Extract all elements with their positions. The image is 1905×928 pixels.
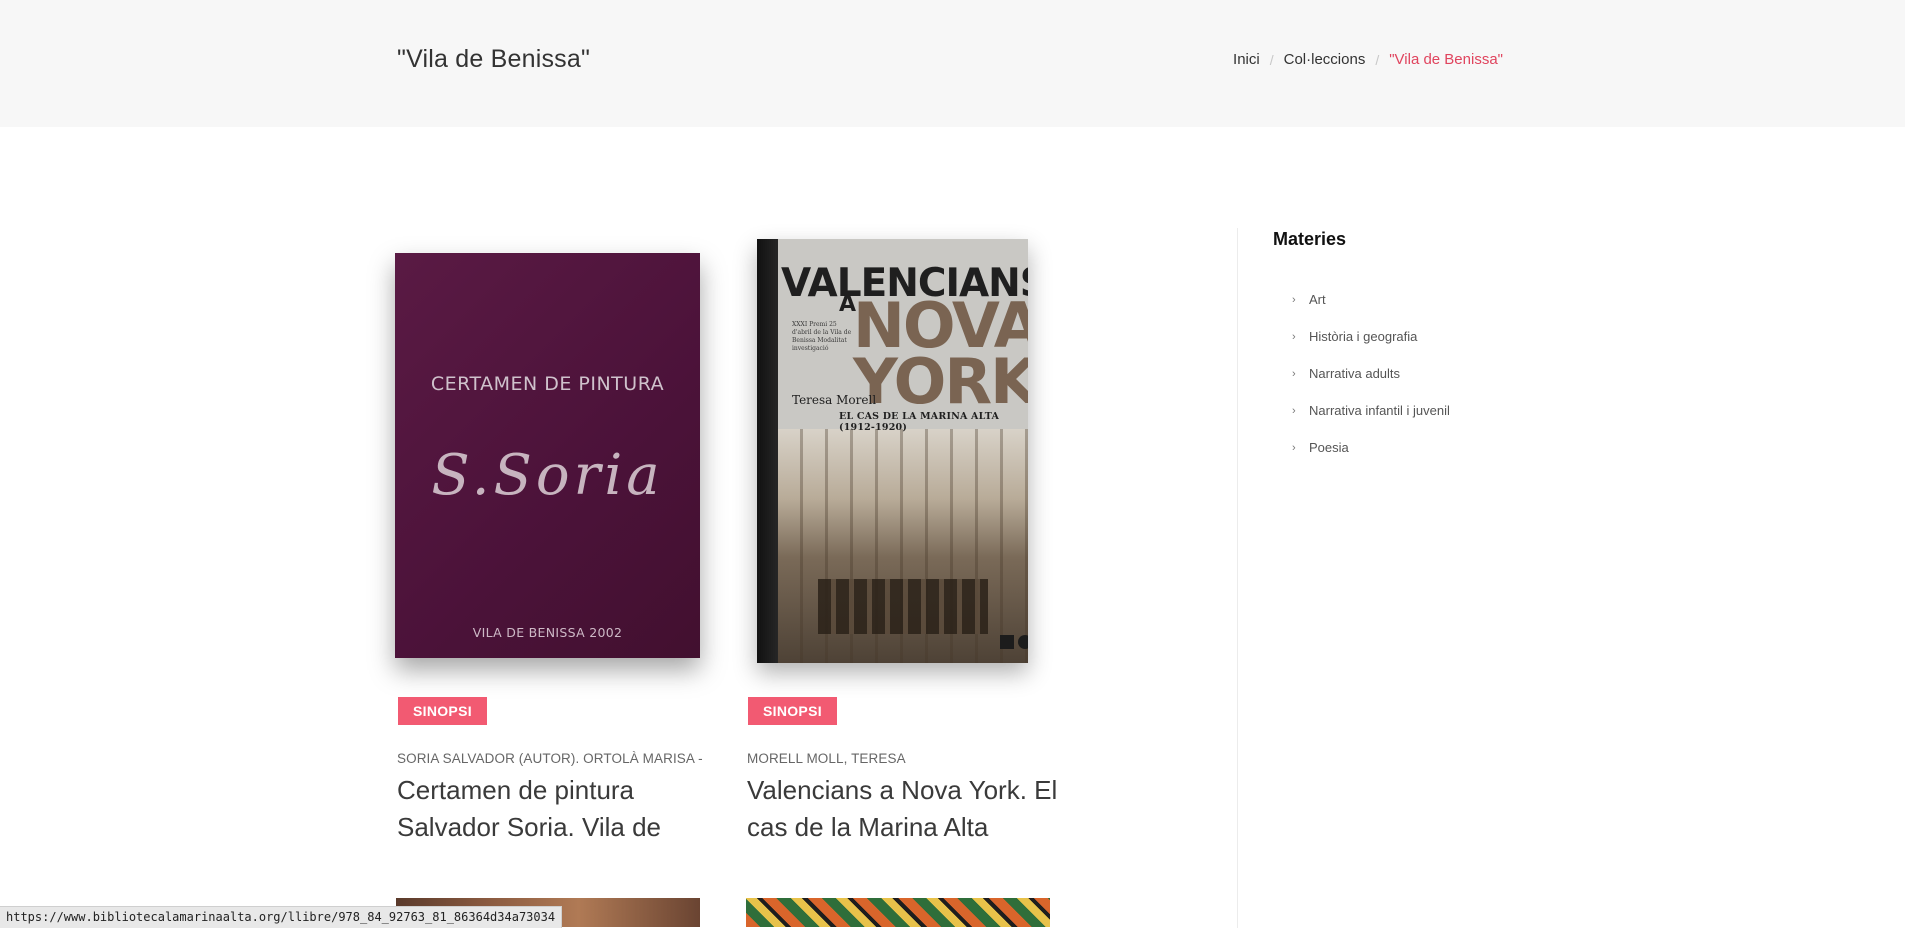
sidebar-item-label: Narrativa infantil i juvenil [1309,403,1450,418]
status-bar-url: https://www.bibliotecalamarinaalta.org/l… [0,906,563,928]
breadcrumb-collections-link[interactable]: Col·leccions [1284,51,1366,68]
sidebar-item-label: Narrativa adults [1309,366,1401,381]
breadcrumb-separator: / [1375,51,1380,68]
cover-signature: S.Soria [431,443,664,508]
sidebar-item-poesia[interactable]: › Poesia [1292,429,1450,466]
sidebar-item-label: Poesia [1309,440,1349,455]
cover-heading: CERTAMEN DE PINTURA [430,373,665,395]
institution-logo [1018,635,1028,649]
chevron-right-icon: › [1292,441,1296,454]
sidebar-item-label: Art [1309,292,1326,307]
book-title-link[interactable]: Valencians a Nova York. El cas de la Mar… [747,772,1062,846]
page-header: "Vila de Benissa" Inici / Col·leccions /… [0,0,1905,127]
sidebar-divider [1237,228,1238,928]
page-title: "Vila de Benissa" [397,45,591,73]
breadcrumb-home-link[interactable]: Inici [1233,51,1260,68]
sidebar-item-historia[interactable]: › Història i geografia [1292,318,1450,355]
cover-author: Teresa Morell [792,393,877,407]
sidebar-item-narrativa-adults[interactable]: › Narrativa adults [1292,355,1450,392]
book-author: SORIA SALVADOR (AUTOR). ORTOLÀ MARISA - [397,751,703,766]
sinopsi-button[interactable]: SINOPSI [398,697,487,725]
publisher-logo [1000,635,1014,649]
book-author: MORELL MOLL, TERESA [747,751,906,766]
book-title-link[interactable]: Certamen de pintura Salvador Soria. Vila… [397,772,712,846]
sidebar-item-label: Història i geografia [1309,329,1418,344]
sidebar-item-narrativa-infantil[interactable]: › Narrativa infantil i juvenil [1292,392,1450,429]
chevron-right-icon: › [1292,367,1296,380]
book-cover-valencians[interactable]: VALENCIANS A NOVA YORK XXXI Premi 25 d'a… [757,239,1028,663]
cover-spine [757,239,778,663]
breadcrumb: Inici / Col·leccions / "Vila de Benissa" [1233,51,1503,68]
cover-prize-text: XXXI Premi 25 d'abril de la Vila de Beni… [792,321,852,352]
cover-subtitle: EL CAS DE LA MARINA ALTA (1912-1920) [839,411,1000,433]
sidebar-item-art[interactable]: › Art [1292,281,1450,318]
subject-list: › Art › Història i geografia › Narrativa… [1292,281,1450,466]
book-cover-next[interactable] [746,898,1050,927]
sidebar-title: Materies [1273,229,1347,249]
cover-title-line4: YORK [853,345,1028,418]
chevron-right-icon: › [1292,404,1296,417]
cover-photo [778,429,1028,663]
breadcrumb-separator: / [1269,51,1274,68]
cover-footer: VILA DE BENISSA 2002 [472,625,623,640]
chevron-right-icon: › [1292,293,1296,306]
sinopsi-button[interactable]: SINOPSI [748,697,837,725]
book-cover-certamen[interactable]: CERTAMEN DE PINTURA S.Soria VILA DE BENI… [395,253,700,658]
cover-photo-figures [818,579,988,634]
chevron-right-icon: › [1292,330,1296,343]
breadcrumb-current: "Vila de Benissa" [1389,51,1503,68]
